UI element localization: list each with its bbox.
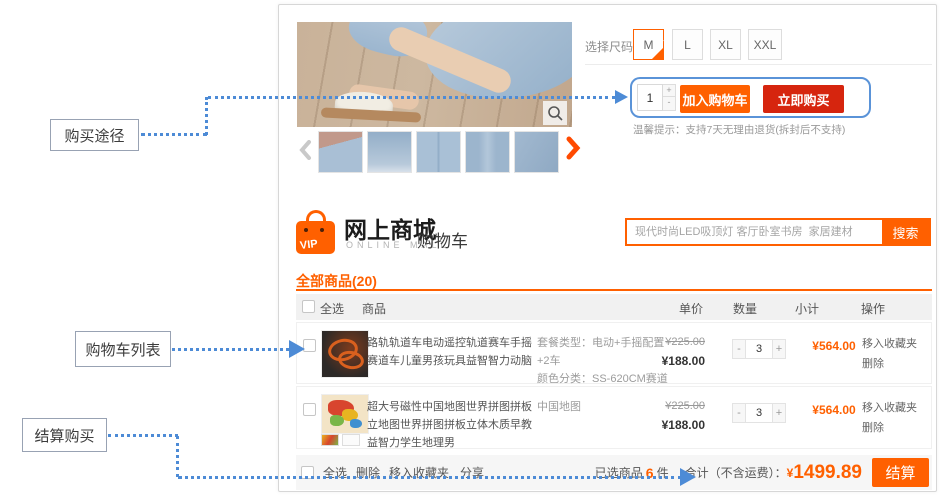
size-option-m[interactable]: M — [633, 29, 664, 60]
item-quantity-stepper: - 3 + — [732, 339, 786, 359]
move-to-favorites-link[interactable]: 移入收藏夹 — [862, 399, 917, 419]
item-price-block: ¥225.00 ¥188.00 — [625, 398, 705, 435]
size-option-label: XXL — [754, 38, 777, 52]
select-all-checkbox[interactable] — [302, 300, 315, 313]
magnifier-icon[interactable] — [543, 101, 567, 125]
item-title[interactable]: 超大号磁性中国地图世界拼图拼板立地图世界拼图拼板立体木质早教益智力学生地理男 — [367, 398, 537, 452]
annotation-label-cart-list: 购物车列表 — [75, 331, 171, 367]
annotation-label-purchase-path: 购买途径 — [50, 119, 139, 151]
annotation-label-checkout: 结算购买 — [22, 418, 107, 452]
annotation-line — [176, 436, 179, 477]
item-image-thumbnails — [321, 434, 360, 446]
cart-section-title: 全部商品(20) — [296, 271, 377, 291]
column-subtotal: 小计 — [795, 300, 819, 317]
annotation-label-text: 购买途径 — [64, 125, 124, 146]
bag-eye — [320, 228, 324, 232]
annotation-label-text: 购物车列表 — [85, 339, 160, 360]
item-price: ¥188.00 — [625, 416, 705, 435]
annotation-label-text: 结算购买 — [34, 425, 94, 446]
thumbnail-image[interactable] — [416, 131, 461, 173]
search-button[interactable]: 搜索 — [882, 220, 929, 244]
thumbnail-image[interactable] — [318, 131, 363, 173]
annotation-line — [208, 96, 615, 99]
shop-logo-icon: VIP — [296, 210, 336, 256]
section-underline — [296, 289, 932, 291]
decrease-button[interactable]: - — [732, 403, 746, 423]
add-to-cart-button[interactable]: 加入购物车 — [680, 85, 750, 113]
search-input[interactable] — [627, 220, 882, 244]
total-label: 合计（不含运费）： — [685, 464, 787, 481]
annotation-line — [172, 348, 289, 351]
product-main-image[interactable] — [297, 22, 572, 127]
thumbnail-image[interactable] — [514, 131, 559, 173]
item-original-price: ¥225.00 — [625, 398, 705, 416]
mini-blank-thumb — [342, 434, 360, 446]
size-option-label: XL — [718, 38, 733, 52]
quantity-stepper: + - — [663, 84, 676, 111]
total-currency: ¥ — [787, 466, 794, 480]
increase-button[interactable]: + — [772, 339, 786, 359]
bag-eye — [304, 228, 308, 232]
decrease-button[interactable]: - — [732, 339, 746, 359]
annotation-line — [108, 434, 178, 437]
annotation-arrowhead — [289, 340, 305, 358]
item-quantity-value[interactable]: 3 — [746, 339, 772, 359]
column-actions: 操作 — [861, 300, 885, 317]
total-amount: 1499.89 — [793, 462, 862, 484]
cart-footer-bar: 全选 删除 移入收藏夹 分享 已选商品 6 件 合计（不含运费）： ¥ 1499… — [296, 455, 932, 490]
quantity-input[interactable] — [637, 84, 663, 111]
annotation-line — [178, 476, 682, 479]
selected-check-icon — [651, 47, 664, 60]
cart-item-row: 超大号磁性中国地图世界拼图拼板立地图世界拼图拼板立体木质早教益智力学生地理男 中… — [296, 386, 932, 449]
thumbnail-prev-icon[interactable] — [299, 140, 312, 165]
column-product: 商品 — [362, 300, 386, 317]
item-checkbox[interactable] — [303, 403, 316, 416]
annotation-arrowhead — [615, 90, 628, 104]
item-actions: 移入收藏夹 删除 — [862, 335, 917, 375]
item-image-china-map[interactable] — [321, 394, 369, 434]
search-bar: 搜索 — [625, 218, 931, 246]
item-image-race-track[interactable] — [321, 330, 369, 378]
screenshot-stage: 购买途径 购物车列表 结算购买 选择尺码： — [0, 0, 940, 495]
annotation-line — [141, 133, 207, 136]
column-select-all: 全选 — [320, 300, 344, 317]
item-quantity-value[interactable]: 3 — [746, 403, 772, 423]
increase-button[interactable]: + — [772, 403, 786, 423]
annotation-arrowhead — [680, 468, 696, 486]
move-to-favorites-link[interactable]: 移入收藏夹 — [862, 335, 917, 355]
mini-map-thumb — [321, 434, 339, 446]
thumbnail-image[interactable] — [465, 131, 510, 173]
size-option-xl[interactable]: XL — [710, 29, 741, 60]
return-policy-tip: 温馨提示：支持7天无理由退货(拆封后不支持) — [633, 122, 845, 137]
column-price: 单价 — [679, 300, 703, 317]
item-price: ¥188.00 — [625, 352, 705, 371]
size-option-label: L — [684, 38, 691, 52]
quantity-decrease-button[interactable]: - — [663, 97, 676, 111]
page-title: 购物车 — [417, 227, 468, 252]
size-option-l[interactable]: L — [672, 29, 703, 60]
buy-now-button[interactable]: 立即购买 — [763, 85, 844, 113]
section-divider — [585, 64, 932, 65]
cart-item-row: 路轨轨道车电动遥控轨道赛车手摇赛道车儿童男孩玩具益智智力动脑 套餐类型：电动+手… — [296, 322, 932, 384]
item-original-price: ¥225.00 — [625, 334, 705, 352]
size-option-xxl[interactable]: XXL — [748, 29, 782, 60]
thumbnail-next-icon[interactable] — [565, 136, 581, 165]
quantity-increase-button[interactable]: + — [663, 84, 676, 97]
thumbnail-image[interactable] — [367, 131, 412, 173]
item-price-block: ¥225.00 ¥188.00 — [625, 334, 705, 371]
item-quantity-stepper: - 3 + — [732, 403, 786, 423]
annotation-line — [205, 97, 208, 135]
column-quantity: 数量 — [733, 300, 757, 317]
item-actions: 移入收藏夹 删除 — [862, 399, 917, 439]
footer-summary: 已选商品 6 件 合计（不含运费）： ¥ 1499.89 结算 — [595, 458, 932, 487]
thumbnail-strip — [318, 131, 559, 173]
cart-table-header: 全选 商品 单价 数量 小计 操作 — [296, 294, 932, 320]
delete-link[interactable]: 删除 — [862, 355, 917, 375]
logo-badge: VIP — [299, 238, 318, 252]
delete-link[interactable]: 删除 — [862, 419, 917, 439]
bag-body: VIP — [296, 221, 335, 254]
checkout-button[interactable]: 结算 — [872, 458, 929, 487]
item-title[interactable]: 路轨轨道车电动遥控轨道赛车手摇赛道车儿童男孩玩具益智智力动脑 — [367, 334, 537, 370]
